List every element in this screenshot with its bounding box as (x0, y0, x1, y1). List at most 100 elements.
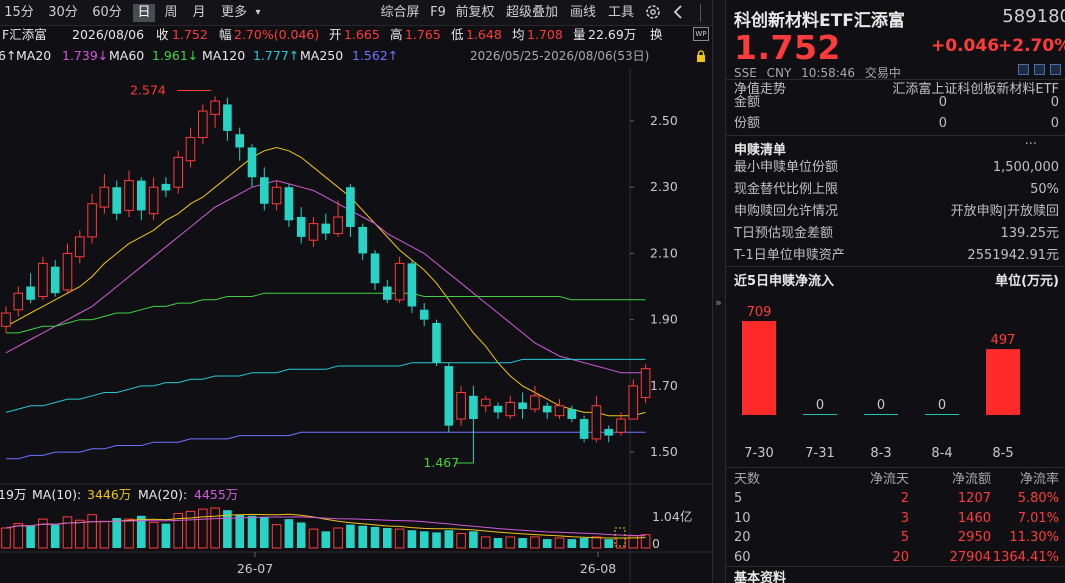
more-chevron-icon[interactable]: ▾ (252, 4, 264, 22)
volume-bar (13, 523, 24, 549)
flow-bar-category: 8-3 (870, 446, 891, 461)
period-tab[interactable]: 月 (189, 4, 209, 22)
redeem-row-label: 现金替代比例上限 (734, 182, 839, 197)
candle-body (333, 216, 343, 235)
candle-body (444, 366, 454, 426)
volume-bar (148, 521, 159, 549)
volume-ma20-value: 4455万 (194, 487, 238, 502)
subscription-row: 份额 0 0 (726, 113, 1065, 134)
tool-button[interactable]: 画线 (568, 4, 598, 22)
flow-table-row: 5 2 1207 5.80% (726, 489, 1065, 508)
volume-bar (333, 527, 343, 549)
grid-icon[interactable] (1034, 64, 1045, 75)
volume-bar (480, 536, 491, 549)
flow-table-row: 60 20 27904 1364.41% (726, 548, 1065, 567)
volume-ma20-label: MA(20): (138, 487, 187, 502)
period-tab[interactable]: 日 (133, 4, 155, 22)
volume-bar (75, 519, 85, 549)
candle-body (62, 252, 73, 291)
period-tab[interactable]: 更多 (218, 4, 250, 22)
tool-button[interactable]: 综合屏 (378, 4, 422, 22)
tool-button[interactable]: F9 (429, 4, 447, 22)
tool-button[interactable]: 前复权 (453, 4, 497, 22)
flow-bar (803, 414, 837, 415)
volume-ma10-label: MA(10): (32, 487, 81, 502)
tool-button[interactable]: 超级叠加 (503, 4, 561, 22)
flow-table-cell: 1460 (957, 510, 991, 526)
period-tab[interactable]: 30分 (46, 4, 80, 22)
candle-body (358, 226, 367, 254)
candle-body (198, 110, 208, 139)
volume-bar (112, 518, 121, 548)
volume-prefix: 19万 (0, 487, 26, 502)
wp-icon[interactable]: WP (693, 27, 709, 41)
volume-bar (296, 522, 306, 548)
vol-value: 22.69万 (588, 27, 637, 42)
tool-button[interactable]: 工具 (606, 4, 636, 22)
volume-bar (640, 534, 651, 549)
volume-bar (124, 518, 134, 549)
flow-table-cell: 2950 (957, 530, 991, 545)
volume-bar (247, 515, 257, 548)
candle-body (432, 322, 441, 363)
candle-body (370, 253, 380, 284)
period-tab[interactable]: 60分 (90, 4, 124, 22)
candle-body (223, 104, 232, 131)
volume-bar (579, 538, 589, 548)
candle-body (505, 401, 516, 417)
volume-bar (383, 528, 392, 548)
redeem-more-button[interactable]: ··· (1025, 137, 1037, 152)
subscription-row: 金额 0 0 (726, 92, 1065, 113)
last-price: 1.752 (734, 28, 841, 67)
candle-body (591, 405, 602, 440)
chevron-left-icon[interactable] (670, 3, 688, 21)
toolbar-divider (700, 4, 701, 22)
volume-bar (321, 531, 331, 548)
ma120-value: 1.777↑ (253, 48, 300, 63)
quote-bar: F汇添富 2026/08/06 收 1.752 幅 2.70%(0.046) 开… (0, 24, 712, 46)
volume-bar (198, 508, 208, 549)
high-value: 1.765 (405, 27, 441, 42)
lock-icon[interactable] (696, 50, 706, 62)
candle-body (604, 428, 613, 436)
ma-prefix: 6↑ (0, 48, 17, 63)
candle-body (247, 147, 257, 178)
candle-body (308, 223, 319, 241)
row-value-2: 0 (1050, 116, 1059, 131)
candle-body (284, 187, 294, 221)
max-price-label: 2.574 (130, 82, 166, 97)
close-value: 1.752 (172, 27, 208, 42)
period-tab[interactable]: 15分 (2, 4, 36, 22)
panel-splitter[interactable]: » (712, 0, 726, 583)
volume-bar (505, 536, 516, 549)
add-icon[interactable] (1050, 64, 1061, 75)
candle-body (161, 183, 171, 191)
volume-bar (308, 528, 319, 549)
chart-canvas[interactable]: 2.50 2.30 2.10 1.90 1.70 1.50 2.574 1.467 1.04亿 0… (0, 68, 712, 583)
volume-bar (604, 539, 613, 548)
volume-bar (235, 514, 244, 548)
period-tab[interactable]: 周 (161, 4, 181, 22)
candle-body (185, 137, 196, 162)
net-inflow-bar-chart: 709 7-30 0 7-31 0 8-3 0 8-4 497 8-5 (742, 305, 1020, 461)
flow-bar-label: 0 (938, 398, 946, 413)
ma-line-ma20 (5, 180, 646, 374)
date-range: 2026/05/25-2026/08/06(53日) (470, 49, 650, 63)
y-tick-label: 2.30 (650, 179, 678, 194)
min-price-label: 1.467 (423, 455, 459, 470)
fund-info-panel: 科创新材料ETF汇添富 589180 1.752 +0.046 +2.70% S… (726, 0, 1065, 583)
candle-body (419, 309, 429, 320)
settings-gear-icon[interactable] (644, 3, 662, 21)
flow-bar (986, 349, 1020, 415)
collapse-arrow-icon[interactable]: » (715, 296, 722, 309)
candle-body (407, 263, 417, 307)
candlestick-chart[interactable]: 2.50 2.30 2.10 1.90 1.70 1.50 2.574 1.467 1.04亿 0… (0, 68, 712, 583)
volume-bar (394, 528, 405, 549)
candle-body (38, 262, 48, 297)
price-change: +0.046 (931, 36, 1000, 56)
candle-body (271, 186, 282, 205)
volume-bar (469, 531, 478, 548)
redeem-row: 现金替代比例上限 50% (726, 179, 1065, 200)
flow-table-header-cell: 净流额 (951, 472, 991, 487)
edit-icon[interactable] (1018, 64, 1029, 75)
